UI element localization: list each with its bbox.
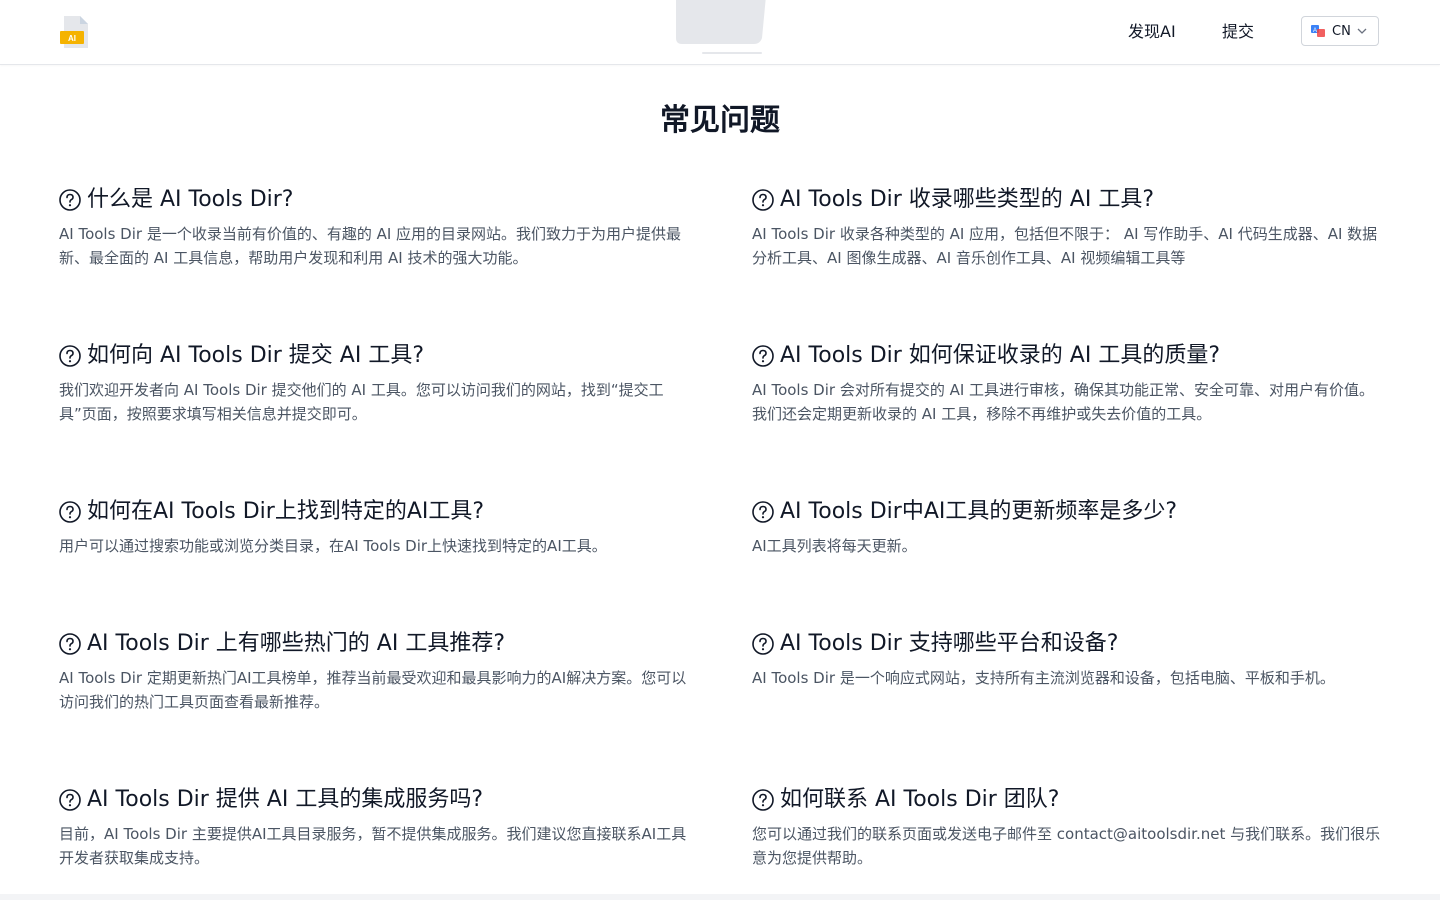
chevron-down-icon	[1357, 28, 1367, 34]
faq-answer: 用户可以通过搜索功能或浏览分类目录，在AI Tools Dir上快速找到特定的A…	[59, 537, 607, 555]
question-circle-icon	[752, 633, 774, 655]
top-header: AI 发现AI 提交 A CN	[0, 0, 1440, 65]
language-select[interactable]: A CN	[1301, 16, 1379, 46]
logo-label: AI	[68, 34, 76, 43]
faq-answer: AI Tools Dir 收录各种类型的 AI 应用，包括但不限于： AI 写作…	[752, 225, 1378, 267]
faq-question: AI Tools Dir 支持哪些平台和设备?	[752, 628, 1384, 660]
question-circle-icon	[752, 189, 774, 211]
faq-item: 如何向 AI Tools Dir 提交 AI 工具? 我们欢迎开发者向 AI T…	[59, 340, 691, 426]
faq-item: 如何在AI Tools Dir上找到特定的AI工具? 用户可以通过搜索功能或浏览…	[59, 496, 691, 558]
faq-question: 如何在AI Tools Dir上找到特定的AI工具?	[59, 496, 691, 528]
translate-icon: A	[1311, 25, 1325, 37]
faq-question: 如何向 AI Tools Dir 提交 AI 工具?	[59, 340, 691, 372]
faq-question-text: 如何在AI Tools Dir上找到特定的AI工具?	[87, 499, 485, 524]
faq-answer: 您可以通过我们的联系页面或发送电子邮件至 contact@aitoolsdir.…	[752, 825, 1381, 867]
faq-question-text: AI Tools Dir 收录哪些类型的 AI 工具?	[780, 187, 1155, 212]
faq-answer: AI Tools Dir 会对所有提交的 AI 工具进行审核，确保其功能正常、安…	[752, 381, 1375, 423]
question-circle-icon	[59, 633, 81, 655]
question-circle-icon	[59, 501, 81, 523]
faq-question-text: 什么是 AI Tools Dir?	[87, 187, 294, 212]
question-circle-icon	[59, 189, 81, 211]
header-center-decoration	[672, 0, 768, 58]
nav-submit[interactable]: 提交	[1222, 20, 1254, 44]
faq-question-text: AI Tools Dir 如何保证收录的 AI 工具的质量?	[780, 343, 1221, 368]
faq-item: AI Tools Dir中AI工具的更新频率是多少? AI工具列表将每天更新。	[752, 496, 1384, 558]
nav-discover-ai[interactable]: 发现AI	[1128, 20, 1176, 44]
svg-text:A: A	[1313, 28, 1317, 34]
question-circle-icon	[752, 789, 774, 811]
language-selected: CN	[1332, 23, 1351, 39]
faq-item: AI Tools Dir 上有哪些热门的 AI 工具推荐? AI Tools D…	[59, 628, 691, 714]
question-circle-icon	[59, 345, 81, 367]
faq-question: AI Tools Dir 提供 AI 工具的集成服务吗?	[59, 784, 691, 816]
faq-item: AI Tools Dir 支持哪些平台和设备? AI Tools Dir 是一个…	[752, 628, 1384, 690]
faq-item: AI Tools Dir 提供 AI 工具的集成服务吗? 目前，AI Tools…	[59, 784, 691, 870]
site-logo[interactable]: AI	[58, 14, 92, 50]
faq-question-text: AI Tools Dir 支持哪些平台和设备?	[780, 631, 1119, 656]
faq-question: AI Tools Dir 上有哪些热门的 AI 工具推荐?	[59, 628, 691, 660]
question-circle-icon	[752, 345, 774, 367]
faq-answer: AI Tools Dir 定期更新热门AI工具榜单，推荐当前最受欢迎和最具影响力…	[59, 669, 687, 711]
faq-answer: AI Tools Dir 是一个收录当前有价值的、有趣的 AI 应用的目录网站。…	[59, 225, 682, 267]
faq-answer: 我们欢迎开发者向 AI Tools Dir 提交他们的 AI 工具。您可以访问我…	[59, 381, 664, 423]
faq-answer: 目前，AI Tools Dir 主要提供AI工具目录服务，暂不提供集成服务。我们…	[59, 825, 687, 867]
faq-answer: AI Tools Dir 是一个响应式网站，支持所有主流浏览器和设备，包括电脑、…	[752, 669, 1335, 687]
faq-item: AI Tools Dir 收录哪些类型的 AI 工具? AI Tools Dir…	[752, 184, 1384, 270]
faq-answer: AI工具列表将每天更新。	[752, 537, 917, 555]
faq-item: 什么是 AI Tools Dir? AI Tools Dir 是一个收录当前有价…	[59, 184, 691, 270]
faq-question-text: AI Tools Dir 上有哪些热门的 AI 工具推荐?	[87, 631, 506, 656]
faq-question: 如何联系 AI Tools Dir 团队?	[752, 784, 1384, 816]
faq-question: AI Tools Dir 如何保证收录的 AI 工具的质量?	[752, 340, 1384, 372]
faq-question-text: AI Tools Dir中AI工具的更新频率是多少?	[780, 499, 1178, 524]
file-logo-icon: AI	[60, 16, 88, 48]
question-circle-icon	[752, 501, 774, 523]
faq-item: AI Tools Dir 如何保证收录的 AI 工具的质量? AI Tools …	[752, 340, 1384, 426]
faq-item: 如何联系 AI Tools Dir 团队? 您可以通过我们的联系页面或发送电子邮…	[752, 784, 1384, 870]
faq-question: AI Tools Dir中AI工具的更新频率是多少?	[752, 496, 1384, 528]
faq-question: 什么是 AI Tools Dir?	[59, 184, 691, 216]
faq-question: AI Tools Dir 收录哪些类型的 AI 工具?	[752, 184, 1384, 216]
faq-question-text: AI Tools Dir 提供 AI 工具的集成服务吗?	[87, 787, 484, 812]
faq-question-text: 如何联系 AI Tools Dir 团队?	[780, 787, 1060, 812]
footer-edge	[0, 894, 1440, 900]
question-circle-icon	[59, 789, 81, 811]
page-title: 常见问题	[660, 103, 780, 138]
faq-question-text: 如何向 AI Tools Dir 提交 AI 工具?	[87, 343, 425, 368]
